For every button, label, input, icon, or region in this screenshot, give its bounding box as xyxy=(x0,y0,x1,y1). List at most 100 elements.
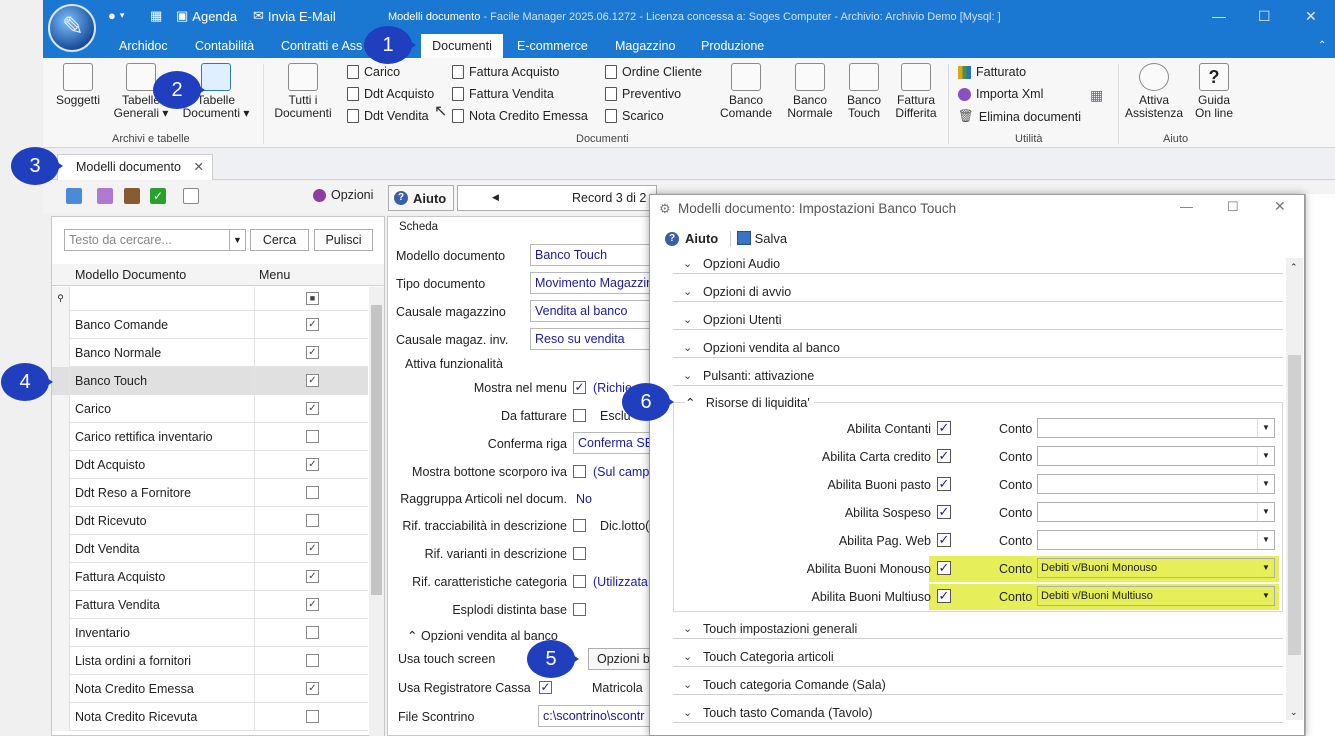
refresh-icon[interactable] xyxy=(66,188,82,204)
banco-normale-button[interactable]: Banco Normale xyxy=(783,63,837,120)
row-menu-checkbox[interactable]: ✓ xyxy=(306,682,319,695)
row-menu-checkbox[interactable]: ✓ xyxy=(306,402,319,415)
col-modello-documento[interactable]: Modello Documento xyxy=(75,268,186,282)
table-row[interactable]: Lista ordini a fornitori xyxy=(52,647,368,675)
conto-select[interactable]: Debiti v/Buoni Monouso ▼ xyxy=(1037,558,1275,578)
row-menu-checkbox[interactable] xyxy=(306,710,319,723)
table-row[interactable]: Inventario xyxy=(52,619,368,647)
list-scrollbar-thumb[interactable] xyxy=(371,305,382,595)
payment-checkbox[interactable]: ✓ xyxy=(937,477,951,491)
filter-checkbox[interactable]: ■ xyxy=(306,292,319,305)
pulisci-button[interactable]: Pulisci xyxy=(314,229,373,251)
file-scontrino-field[interactable]: c:\scontrino\scontr xyxy=(538,705,650,727)
conto-select[interactable]: ▼ xyxy=(1037,446,1275,466)
preview-icon[interactable] xyxy=(183,188,199,204)
row-menu-checkbox[interactable]: ✓ xyxy=(306,346,319,359)
prev-record-icon[interactable]: ◀ xyxy=(492,192,499,203)
conto-select[interactable]: ▼ xyxy=(1037,418,1275,438)
table-row[interactable]: Ddt Vendita ✓ xyxy=(52,535,368,563)
tab-contratti[interactable]: Contratti e Ass xyxy=(281,39,362,53)
dialog-minimize-button[interactable]: — xyxy=(1180,199,1193,214)
search-dropdown-icon[interactable]: ▼ xyxy=(229,229,246,251)
modello-field[interactable]: Banco Touch xyxy=(530,244,655,266)
tab-documenti[interactable]: Documenti xyxy=(421,34,503,59)
guida-online-button[interactable]: ? Guida On line xyxy=(1190,63,1238,120)
banco-comande-button[interactable]: Banco Comande xyxy=(717,63,775,120)
ribbon-nota-credito[interactable]: Nota Credito Emessa xyxy=(452,109,588,123)
table-row[interactable]: Banco Comande ✓ xyxy=(52,311,368,339)
row-menu-checkbox[interactable] xyxy=(306,654,319,667)
soggetti-button[interactable]: Soggetti xyxy=(52,63,104,107)
ribbon-elimina-documenti[interactable]: 🗑 Elimina documenti xyxy=(958,109,1081,124)
cerca-button[interactable]: Cerca xyxy=(250,229,309,251)
banco-touch-button[interactable]: Banco Touch xyxy=(842,63,886,120)
esplodi-checkbox[interactable] xyxy=(573,603,586,616)
risorse-header[interactable]: ⌃ Risorse di liquidita' xyxy=(685,395,814,410)
quick-agenda[interactable]: ▣ Agenda xyxy=(176,8,237,24)
search-input[interactable]: Testo da cercare... xyxy=(64,229,232,251)
ribbon-ordine-cliente[interactable]: Ordine Cliente xyxy=(605,65,702,79)
calculator-icon[interactable]: ▦ xyxy=(150,8,162,24)
table-row[interactable]: Nota Credito Emessa ✓ xyxy=(52,675,368,703)
table-row[interactable]: Banco Normale ✓ xyxy=(52,339,368,367)
conto-select[interactable]: ▼ xyxy=(1037,474,1275,494)
ribbon-fattura-vendita[interactable]: Fattura Vendita xyxy=(452,87,554,101)
document-tab[interactable]: Modelli documento ✕ xyxy=(57,154,213,180)
table-row[interactable]: Banco Touch ✓ xyxy=(52,367,368,395)
opzioni-button[interactable]: Opzioni xyxy=(313,188,373,202)
tab-contabilita[interactable]: Contabilità xyxy=(195,39,254,53)
row-menu-checkbox[interactable]: ✓ xyxy=(306,570,319,583)
dialog-scrollbar-thumb[interactable] xyxy=(1288,355,1301,655)
rif-varianti-checkbox[interactable] xyxy=(573,547,586,560)
causale-inv-field[interactable]: Reso su vendita xyxy=(530,328,655,350)
tab-ecommerce[interactable]: E-commerce xyxy=(517,39,588,53)
grid-filter-row[interactable]: ⚲ ■ xyxy=(52,287,368,311)
payment-checkbox[interactable]: ✓ xyxy=(937,533,951,547)
row-menu-checkbox[interactable]: ✓ xyxy=(306,458,319,471)
dialog-salva-button[interactable]: Salva xyxy=(737,228,787,246)
dialog-close-button[interactable]: ✕ xyxy=(1274,198,1286,215)
mostra-menu-checkbox[interactable]: ✓ xyxy=(573,381,586,394)
ribbon-importa-xml[interactable]: Importa Xml xyxy=(958,87,1043,101)
minimize-button[interactable]: — xyxy=(1212,8,1226,24)
attiva-assistenza-button[interactable]: Attiva Assistenza xyxy=(1125,63,1183,120)
usa-registratore-checkbox[interactable]: ✓ xyxy=(539,681,552,694)
check-icon[interactable]: ✓ xyxy=(150,188,166,204)
row-menu-checkbox[interactable]: ✓ xyxy=(306,374,319,387)
section-header[interactable]: ⌄ Opzioni vendita al banco xyxy=(673,341,1283,358)
aiuto-button[interactable]: ? Aiuto xyxy=(388,185,454,211)
section-header[interactable]: ⌄ Opzioni di avvio xyxy=(673,285,1283,302)
filter-icon[interactable] xyxy=(97,188,113,204)
record-navigator[interactable]: ◀ Record 3 di 2 xyxy=(457,185,657,211)
dialog-scroll-down-icon[interactable]: ⌄ xyxy=(1290,707,1298,718)
ribbon-scarico[interactable]: Scarico xyxy=(605,109,664,123)
mostra-scorporo-checkbox[interactable] xyxy=(573,465,586,478)
tab-produzione[interactable]: Produzione xyxy=(701,39,764,53)
conto-select[interactable]: Debiti v/Buoni Multiuso ▼ xyxy=(1037,586,1275,606)
tutti-documenti-button[interactable]: Tutti i Documenti xyxy=(271,63,335,120)
col-menu[interactable]: Menu xyxy=(259,268,290,282)
opzioni-banco-button[interactable]: Opzioni b xyxy=(588,648,654,670)
tab-archidoc[interactable]: Archidoc xyxy=(119,39,168,53)
table-row[interactable]: Ddt Ricevuto xyxy=(52,507,368,535)
table-row[interactable]: Ddt Reso a Fornitore xyxy=(52,479,368,507)
section-header[interactable]: ⌄ Touch Categoria articoli xyxy=(673,650,1283,667)
payment-checkbox[interactable]: ✓ xyxy=(937,421,951,435)
ribbon-ddt-vendita[interactable]: Ddt Vendita xyxy=(347,109,429,123)
calendar-small-icon[interactable]: ▦ xyxy=(1090,87,1103,104)
ribbon-carico[interactable]: Carico xyxy=(347,65,400,79)
table-row[interactable]: Carico ✓ xyxy=(52,395,368,423)
raggruppa-value[interactable]: No xyxy=(576,492,592,506)
dialog-scroll-up-icon[interactable]: ⌃ xyxy=(1290,262,1298,273)
rif-tracc-checkbox[interactable] xyxy=(573,519,586,532)
dialog-maximize-button[interactable]: ☐ xyxy=(1227,199,1239,215)
conferma-riga-field[interactable]: Conferma SE xyxy=(573,432,655,454)
tab-magazzino[interactable]: Magazzino xyxy=(615,39,675,53)
close-tab-icon[interactable]: ✕ xyxy=(194,159,204,174)
close-button[interactable]: ✕ xyxy=(1305,8,1317,25)
payment-checkbox[interactable]: ✓ xyxy=(937,449,951,463)
table-row[interactable]: Carico rettifica inventario xyxy=(52,423,368,451)
row-menu-checkbox[interactable] xyxy=(306,430,319,443)
quick-invia-email[interactable]: ✉ Invia E-Mail xyxy=(253,8,336,24)
ribbon-preventivo[interactable]: Preventivo xyxy=(605,87,681,101)
